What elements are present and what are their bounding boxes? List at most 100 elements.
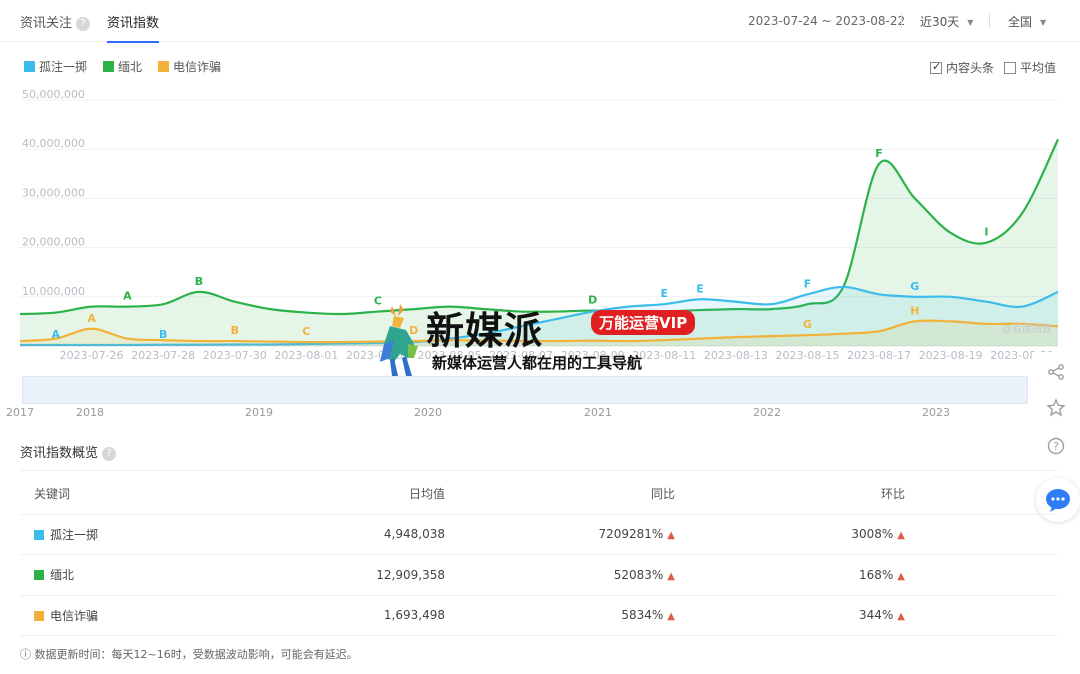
keyword-text: 缅北 [50, 568, 75, 583]
watermark-badge: 万能运营VIP [591, 310, 696, 335]
legend-swatch [158, 61, 170, 72]
arrow-up-icon: ▲ [897, 570, 905, 582]
legend-swatch [24, 61, 35, 72]
legend-item-telecom-fraud[interactable]: 电信诈骗 [158, 58, 221, 75]
share-icon[interactable] [1032, 354, 1080, 390]
period-dropdown-value: 近30天 [920, 15, 960, 29]
watermark-overlay: 新媒派 万能运营VIP 新媒体运营人都在用的工具导航 [370, 300, 730, 380]
table-header-row: 关键词 日均值 同比 环比 [20, 474, 1058, 515]
annotation-marker: A [52, 328, 61, 341]
divider [901, 14, 902, 28]
info-icon: ⓘ [20, 648, 31, 661]
tab-news-attention-label: 资讯关注 [20, 16, 73, 31]
source-watermark: @百度指数 [1002, 322, 1052, 335]
y-tick-label: 30,000,000 [22, 186, 85, 199]
timeline-year-label: 2023 [922, 406, 950, 419]
annotation-marker: E [696, 282, 704, 295]
x-tick-label: 2023-07-30 [203, 349, 267, 362]
legend-label: 孤注一掷 [39, 60, 88, 74]
average-label: 平均值 [1020, 61, 1057, 75]
region-dropdown[interactable]: 全国 ▼ [1008, 13, 1046, 30]
keyword-text: 孤注一掷 [50, 527, 99, 542]
annotation-marker: A [87, 312, 96, 325]
x-tick-label: 2023-08-19 [919, 349, 983, 362]
arrow-up-icon: ▲ [667, 570, 675, 582]
x-tick-label: 2023-08-01 [274, 349, 338, 362]
y-tick-label: 40,000,000 [22, 137, 85, 150]
tab-news-index[interactable]: 资讯指数 [107, 12, 160, 43]
keyword-swatch [34, 529, 44, 540]
arrow-up-icon: ▲ [667, 611, 675, 623]
timeline-range-slider[interactable] [22, 376, 1028, 404]
legend-item-miandian[interactable]: 缅北 [103, 58, 142, 75]
footnote-text: 数据更新时间：每天12~16时，受数据波动影响，可能会有延迟。 [34, 648, 358, 661]
arrow-up-icon: ▲ [667, 530, 675, 542]
cell-daily-avg: 1,693,498 [300, 595, 445, 636]
timeline-year-label: 2017 [6, 406, 34, 419]
cell-spacer [905, 514, 1058, 555]
chevron-down-icon: ▼ [967, 18, 974, 27]
cell-daily-avg: 12,909,358 [300, 554, 445, 596]
deer-logo-icon [380, 304, 418, 376]
y-tick-label: 10,000,000 [22, 285, 85, 298]
mom-value: 3008% [851, 527, 894, 542]
average-checkbox[interactable]: 平均值 [1004, 59, 1056, 76]
annotation-marker: G [803, 318, 812, 331]
x-tick-label: 2023-08-17 [847, 349, 911, 362]
cell-mom: 168% ▲ [675, 554, 905, 596]
mom-value: 168% [858, 567, 894, 582]
star-icon[interactable] [1032, 390, 1080, 426]
content-headline-checkbox[interactable]: 内容头条 [930, 59, 994, 76]
annotation-marker: B [231, 324, 239, 337]
help-icon[interactable]: ? [76, 17, 91, 31]
annotation-marker: B [159, 328, 167, 341]
cell-spacer [905, 554, 1058, 596]
divider [989, 14, 990, 28]
checkbox-box[interactable] [930, 60, 942, 74]
annotation-marker: G [910, 280, 919, 293]
y-tick-label: 20,000,000 [22, 236, 85, 249]
question-icon[interactable]: ? [1032, 428, 1080, 464]
col-yoy: 同比 [445, 474, 675, 515]
x-tick-label: 2023-07-26 [60, 349, 124, 362]
table-row: 电信诈骗 1,693,498 5834% ▲ 344% ▲ [20, 595, 1058, 636]
yoy-value: 5834% [621, 608, 664, 623]
date-range[interactable]: 2023-07-24 ~ 2023-08-22 [748, 14, 905, 28]
timeline-year-label: 2018 [76, 406, 104, 419]
legend-label: 电信诈骗 [173, 60, 222, 74]
keyword-swatch [34, 610, 44, 621]
annotation-marker: I [984, 226, 988, 239]
cell-yoy: 52083% ▲ [445, 554, 675, 596]
cell-spacer [905, 595, 1058, 636]
chevron-down-icon: ▼ [1040, 18, 1047, 27]
x-tick-label: 2023-08-15 [775, 349, 839, 362]
checkbox-box[interactable] [1004, 61, 1016, 74]
cell-daily-avg: 4,948,038 [300, 514, 445, 555]
annotation-marker: H [910, 304, 919, 317]
overview-title-text: 资讯指数概览 [20, 446, 99, 461]
annotation-marker: E [661, 287, 669, 300]
yoy-value: 7209281% [598, 527, 664, 542]
keyword-swatch [34, 570, 44, 581]
help-icon[interactable]: ? [102, 447, 117, 461]
col-spacer [905, 474, 1058, 515]
annotation-marker: B [195, 275, 203, 288]
cell-keyword: 电信诈骗 [20, 595, 300, 636]
watermark-title: 新媒派 [426, 309, 544, 353]
period-dropdown[interactable]: 近30天 ▼ [920, 13, 973, 30]
update-footnote: ⓘ 数据更新时间：每天12~16时，受数据波动影响，可能会有延迟。 [20, 646, 358, 662]
overview-title: 资讯指数概览? [20, 442, 117, 461]
col-keyword: 关键词 [20, 474, 300, 515]
timeline-year-label: 2021 [584, 406, 612, 419]
tab-news-attention[interactable]: 资讯关注? [20, 12, 91, 31]
cell-keyword: 缅北 [20, 554, 300, 596]
timeline-year-label: 2022 [753, 406, 781, 419]
legend-item-guzhuyizhi[interactable]: 孤注一掷 [24, 58, 87, 75]
legend-swatch [103, 61, 115, 72]
floating-toolbar: ? [1032, 352, 1080, 468]
yoy-value: 52083% [613, 567, 664, 582]
cell-mom: 3008% ▲ [675, 514, 905, 555]
svg-text:?: ? [1053, 440, 1059, 453]
timeline-years: 2017 2018 2019 2020 2021 2022 2023 [0, 406, 1080, 420]
timeline-year-label: 2019 [245, 406, 273, 419]
